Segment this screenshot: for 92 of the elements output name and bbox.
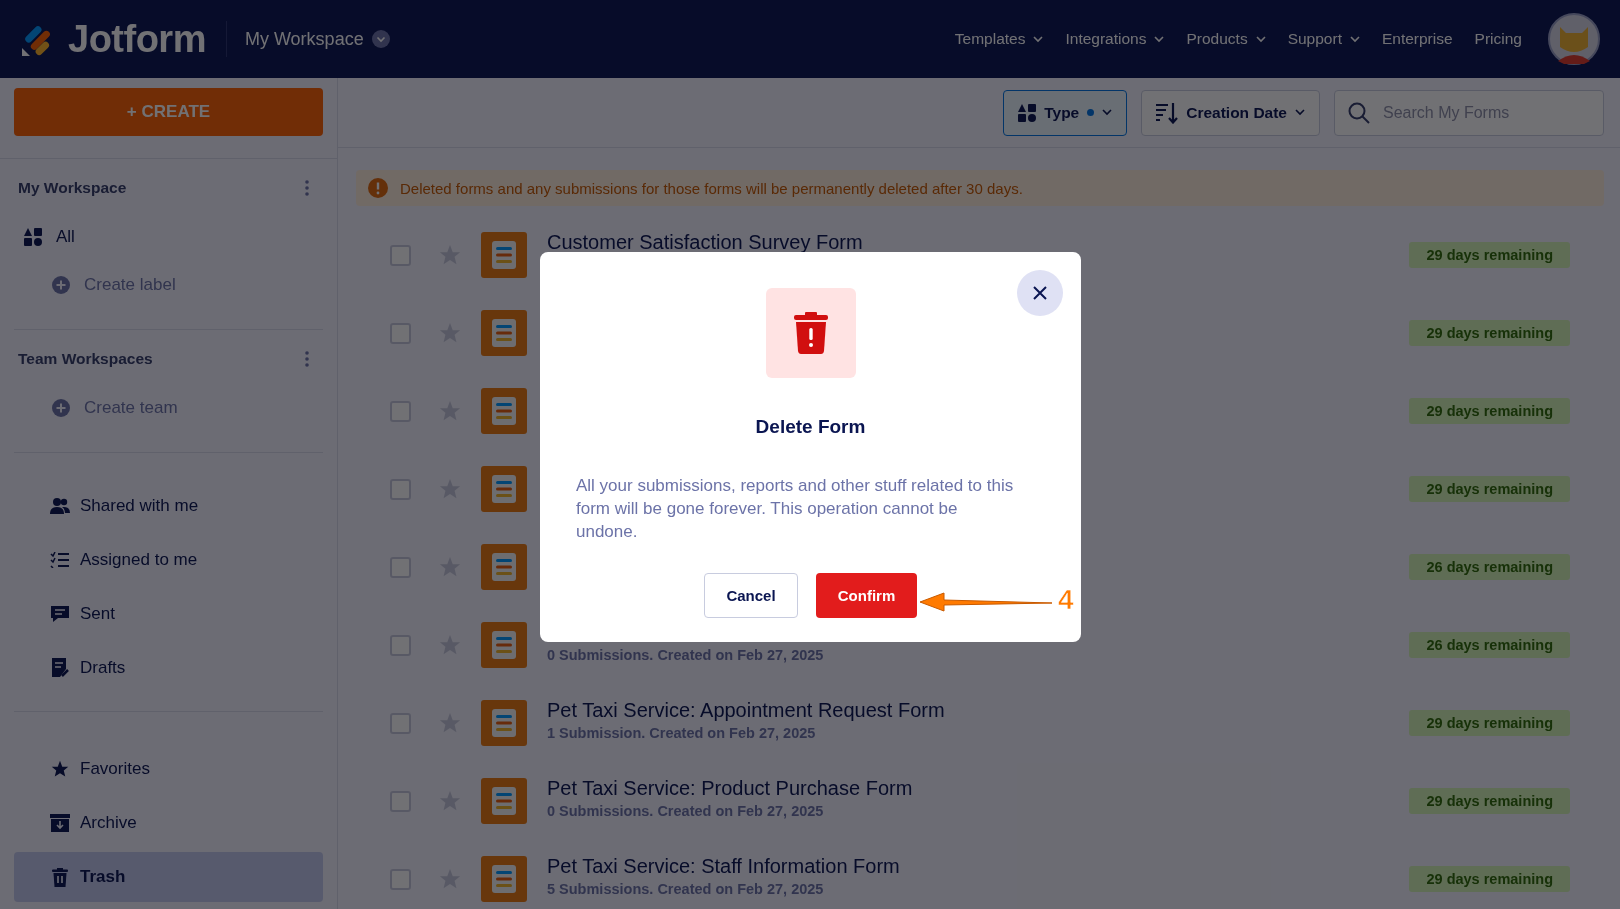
sidebar-item[interactable]: Drafts: [14, 643, 323, 693]
alert-icon: [368, 178, 388, 198]
days-remaining-badge: 29 days remaining: [1409, 398, 1570, 424]
nav-link[interactable]: Support: [1287, 30, 1360, 48]
checkbox[interactable]: [390, 322, 411, 344]
close-button[interactable]: [1017, 270, 1063, 316]
days-remaining-badge: 26 days remaining: [1409, 554, 1570, 580]
form-icon: [481, 856, 527, 902]
shapes-icon: [1018, 103, 1037, 122]
days-remaining-badge: 29 days remaining: [1409, 320, 1570, 346]
people-icon: [50, 497, 70, 515]
days-remaining-badge: 29 days remaining: [1409, 710, 1570, 736]
chevron-icon: [1033, 35, 1044, 43]
filter-dot-icon: [1087, 109, 1095, 116]
nav-link[interactable]: Pricing: [1474, 30, 1522, 48]
chevron-icon: [1295, 109, 1305, 116]
days-remaining-badge: 26 days remaining: [1409, 632, 1570, 658]
section-title: My Workspace: [18, 179, 127, 197]
close-icon: [1033, 286, 1047, 300]
checkbox[interactable]: [390, 868, 411, 890]
cancel-button[interactable]: Cancel: [704, 573, 798, 618]
more-icon[interactable]: [305, 351, 309, 367]
create-button[interactable]: + CREATE: [14, 88, 323, 136]
checkbox[interactable]: [390, 244, 411, 266]
logo-text[interactable]: Jotform: [68, 17, 206, 61]
chevron-icon: [371, 30, 390, 48]
plus-icon: [52, 399, 70, 417]
form-details: 0 Submissions. Created on Feb 27, 2025: [547, 802, 824, 819]
search-icon: [1348, 101, 1370, 124]
confirm-button[interactable]: Confirm: [816, 573, 917, 618]
chevron-icon: [1154, 35, 1165, 43]
sidebar-item[interactable]: Assigned to me: [14, 535, 323, 585]
sort-icon: [1156, 101, 1179, 124]
trash-icon: [50, 867, 70, 887]
archive-icon: [50, 814, 70, 832]
checkbox[interactable]: [390, 634, 411, 656]
checkbox[interactable]: [390, 478, 411, 500]
sidebar-item[interactable]: Create label: [18, 261, 319, 309]
nav-link[interactable]: Integrations: [1065, 30, 1165, 48]
checklist-icon: [50, 552, 70, 568]
form-icon: [481, 466, 527, 512]
document-icon: [50, 658, 70, 678]
form-details: 0 Submissions. Created on Feb 27, 2025: [547, 646, 824, 663]
form-title[interactable]: Pet Taxi Service: Staff Information Form: [547, 854, 900, 877]
message-icon: [50, 605, 70, 623]
sidebar-item[interactable]: Trash: [14, 852, 323, 902]
days-remaining-badge: 29 days remaining: [1409, 242, 1570, 268]
sidebar-item[interactable]: Shared with me: [14, 481, 323, 531]
form-title[interactable]: Pet Taxi Service: Product Purchase Form: [547, 776, 913, 799]
more-icon[interactable]: [305, 180, 309, 196]
sidebar-item[interactable]: Create team: [18, 384, 319, 432]
grid-icon: [24, 228, 42, 246]
days-remaining-badge: 29 days remaining: [1409, 788, 1570, 814]
form-icon: [481, 232, 527, 278]
nav-link[interactable]: Enterprise: [1381, 30, 1453, 48]
chevron-icon: [1255, 35, 1266, 43]
avatar[interactable]: [1548, 13, 1600, 65]
sidebar-item[interactable]: All: [18, 213, 319, 261]
form-icon: [481, 622, 527, 668]
workspace-menu[interactable]: My Workspace: [244, 28, 390, 50]
nav-link[interactable]: Products: [1186, 30, 1266, 48]
section-title: Team Workspaces: [18, 350, 153, 368]
dialog-message: All your submissions, reports and other stuff related to this form will be gone forever. This operation cannot be undone.: [575, 475, 1015, 543]
checkbox[interactable]: [390, 556, 411, 578]
form-icon: [481, 778, 527, 824]
checkbox[interactable]: [390, 400, 411, 422]
checkbox[interactable]: [390, 790, 411, 812]
form-title[interactable]: Customer Satisfaction Survey Form: [547, 230, 863, 253]
type-filter-button[interactable]: Type: [1003, 89, 1128, 136]
sidebar-item[interactable]: Sent: [14, 589, 323, 639]
annotation-number: 4: [1058, 584, 1074, 616]
sort-button[interactable]: Creation Date: [1141, 89, 1320, 136]
form-icon: [481, 310, 527, 356]
trash-warning-icon: [793, 312, 828, 354]
days-remaining-badge: 29 days remaining: [1409, 476, 1570, 502]
star-icon: [50, 760, 70, 778]
form-icon: [481, 544, 527, 590]
form-title[interactable]: Pet Taxi Service: Appointment Request Form: [547, 698, 945, 721]
notice-text: Deleted forms and any submissions for those forms will be permanently deleted after 30 days.: [400, 179, 1023, 197]
chevron-icon: [1102, 109, 1113, 116]
sidebar-item[interactable]: Favorites: [14, 744, 323, 794]
chevron-icon: [1349, 35, 1360, 43]
days-remaining-badge: 29 days remaining: [1409, 866, 1570, 892]
form-icon: [481, 388, 527, 434]
plus-icon: [52, 276, 70, 294]
nav-link[interactable]: Templates: [954, 30, 1044, 48]
form-icon: [481, 700, 527, 746]
sidebar-item[interactable]: Archive: [14, 798, 323, 848]
checkbox[interactable]: [390, 712, 411, 734]
form-details: 1 Submission. Created on Feb 27, 2025: [547, 724, 816, 741]
dialog-title: Delete Form: [755, 416, 866, 438]
form-details: 5 Submissions. Created on Feb 27, 2025: [547, 880, 824, 897]
